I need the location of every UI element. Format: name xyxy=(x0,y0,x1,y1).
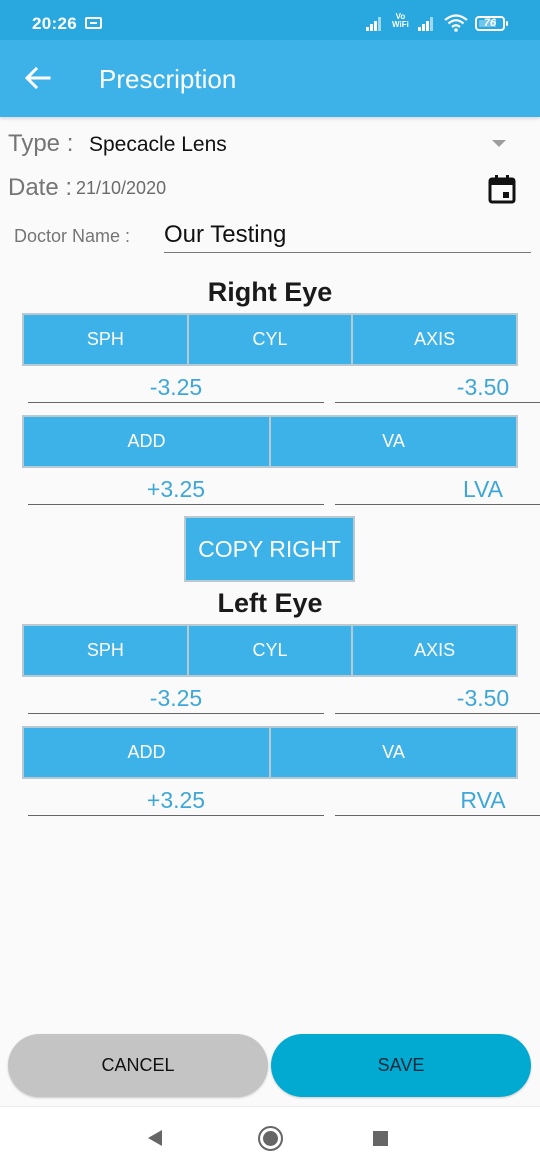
right-eye-header-row-1: SPH CYL AXIS xyxy=(22,313,519,366)
battery-icon: 76 xyxy=(475,16,508,31)
vowifi-icon: Vo WiFi xyxy=(392,13,409,29)
calendar-icon[interactable] xyxy=(488,174,516,204)
left-sph-input[interactable] xyxy=(28,682,324,714)
type-label: Type : xyxy=(8,130,74,157)
nav-recents-icon[interactable] xyxy=(373,1131,388,1146)
right-eye-title: Right Eye xyxy=(207,277,333,307)
nav-home-icon[interactable] xyxy=(258,1126,283,1151)
right-va-input[interactable] xyxy=(335,473,540,505)
right-add-header: ADD xyxy=(22,415,271,468)
signal-icon-2 xyxy=(418,17,436,31)
left-sph-header: SPH xyxy=(22,624,189,677)
left-axis-header: AXIS xyxy=(353,624,519,677)
left-va-input[interactable] xyxy=(335,784,540,816)
app-bar: Prescription xyxy=(0,40,540,117)
left-cyl-header: CYL xyxy=(188,624,354,677)
left-eye-header-row-2: ADD VA xyxy=(22,726,518,779)
status-bar: 20:26 Vo WiFi 76 xyxy=(0,0,540,40)
doctor-name-input[interactable] xyxy=(164,218,531,253)
right-va-header: VA xyxy=(271,415,518,468)
left-eye-title: Left Eye xyxy=(217,588,323,618)
arrow-back-icon[interactable] xyxy=(20,60,56,96)
left-eye-header-row-1: SPH CYL AXIS xyxy=(22,624,519,677)
doctor-name-label: Doctor Name : xyxy=(14,226,131,246)
battery-level: 76 xyxy=(483,17,497,29)
type-select[interactable]: Specacle Lens xyxy=(89,133,227,157)
left-add-input[interactable] xyxy=(28,784,324,816)
nav-back-icon[interactable] xyxy=(148,1130,162,1146)
left-eye-values-row-1 xyxy=(28,682,540,714)
left-eye-values-row-2 xyxy=(28,784,540,816)
right-axis-header: AXIS xyxy=(353,313,519,366)
dropdown-arrow-icon[interactable] xyxy=(492,140,506,147)
right-add-input[interactable] xyxy=(28,473,324,505)
right-eye-header-row-2: ADD VA xyxy=(22,415,518,468)
left-va-header: VA xyxy=(271,726,518,779)
left-add-header: ADD xyxy=(22,726,271,779)
right-eye-values-row-1 xyxy=(28,371,540,403)
date-label: Date : xyxy=(8,174,73,201)
save-button[interactable]: SAVE xyxy=(271,1034,531,1097)
wifi-icon xyxy=(444,14,468,32)
copy-right-button[interactable]: COPY RIGHT xyxy=(184,516,355,582)
status-time: 20:26 xyxy=(32,14,77,33)
cancel-button[interactable]: CANCEL xyxy=(8,1034,268,1097)
right-cyl-input[interactable] xyxy=(335,371,540,403)
right-sph-header: SPH xyxy=(22,313,189,366)
system-nav-bar xyxy=(0,1106,540,1170)
date-value[interactable]: 21/10/2020 xyxy=(76,178,166,199)
right-sph-input[interactable] xyxy=(28,371,324,403)
voicemail-icon xyxy=(85,17,102,29)
right-cyl-header: CYL xyxy=(188,313,354,366)
signal-icon xyxy=(366,17,384,31)
page-title: Prescription xyxy=(99,64,237,94)
vowifi-bottom: WiFi xyxy=(392,20,409,29)
right-eye-values-row-2 xyxy=(28,473,540,505)
left-cyl-input[interactable] xyxy=(335,682,540,714)
